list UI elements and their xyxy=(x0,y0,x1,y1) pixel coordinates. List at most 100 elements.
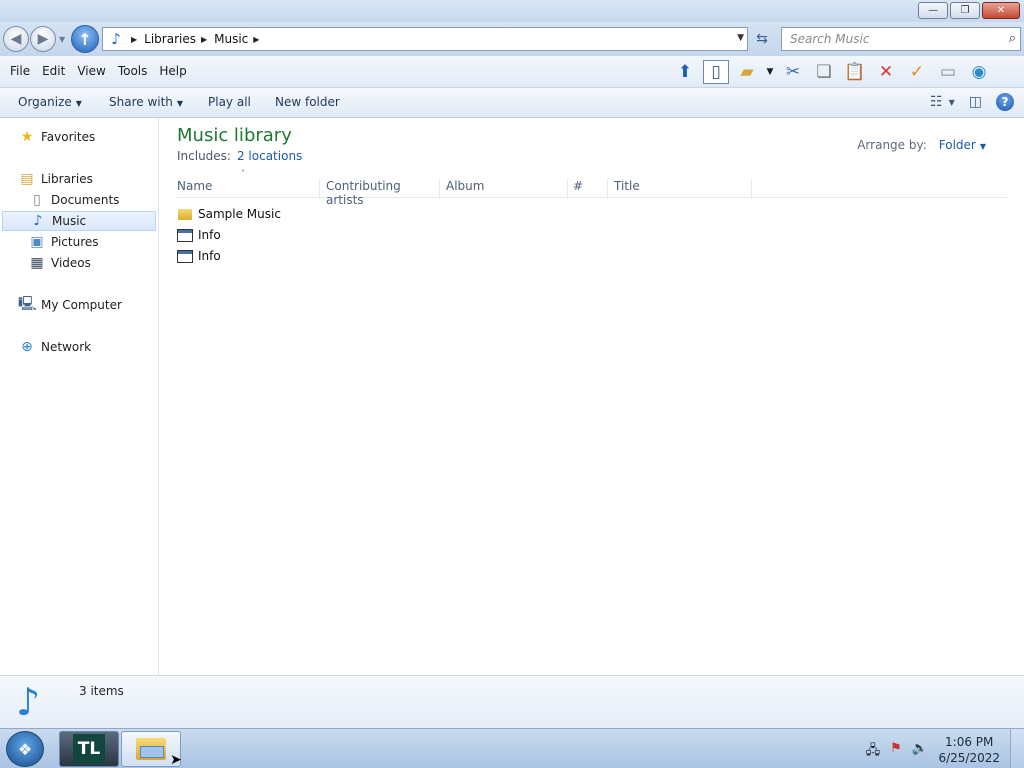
arrange-by: Arrange by: Folder ▼ xyxy=(857,138,986,152)
show-desktop-button[interactable] xyxy=(1010,729,1024,768)
breadcrumb-music[interactable]: Music xyxy=(214,32,248,46)
nav-favorites[interactable]: ★ Favorites xyxy=(18,127,96,147)
arrange-by-label: Arrange by: xyxy=(857,138,927,152)
chevron-down-icon[interactable]: ▼ xyxy=(949,98,955,107)
column-header-name[interactable]: Name xyxy=(177,179,320,199)
properties-icon[interactable]: ▭ xyxy=(935,60,961,84)
volume-icon[interactable]: 🔈 xyxy=(912,741,928,763)
organize-label: Organize xyxy=(18,95,72,109)
share-with-button[interactable]: Share with ▼ xyxy=(109,95,183,109)
back-button[interactable]: ◀ xyxy=(3,26,29,52)
chevron-right-icon[interactable]: ▶ xyxy=(131,35,137,44)
music-note-icon: ♪ xyxy=(111,30,121,48)
minimize-button[interactable]: — xyxy=(918,2,948,19)
nav-network[interactable]: ⊕ Network xyxy=(18,337,91,357)
network-tray-icon[interactable]: 🖧 xyxy=(866,741,881,763)
nav-libraries[interactable]: ▤ Libraries xyxy=(18,169,93,189)
clock-time: 1:06 PM xyxy=(945,735,994,749)
restore-button[interactable]: ❐ xyxy=(950,2,980,19)
nav-documents[interactable]: ▯ Documents xyxy=(28,190,119,210)
file-row[interactable]: Sample Music xyxy=(177,204,281,224)
refresh-icon: ⇆ xyxy=(756,31,768,47)
panes-icon[interactable]: ▯ xyxy=(703,60,729,84)
taskbar-tl-app[interactable]: TL xyxy=(59,731,119,767)
change-view-icon[interactable]: ☷ xyxy=(930,94,943,110)
recent-pages-dropdown[interactable]: ▼ xyxy=(59,35,65,44)
library-includes: Includes: 2 locations xyxy=(177,149,302,163)
file-list-pane: Music library Includes: 2 locations Arran… xyxy=(160,118,1024,675)
column-header-track-number[interactable]: # xyxy=(573,179,608,199)
refresh-button[interactable]: ⇆ xyxy=(750,27,774,51)
checkmark-icon[interactable]: ✓ xyxy=(904,60,930,84)
menu-help[interactable]: Help xyxy=(153,64,192,78)
chevron-right-icon[interactable]: ▶ xyxy=(253,35,259,44)
column-header-title[interactable]: Title xyxy=(614,179,752,199)
breadcrumb-libraries[interactable]: Libraries xyxy=(144,32,196,46)
menu-view[interactable]: View xyxy=(71,64,111,78)
sort-ascending-icon: ˄ xyxy=(241,169,245,178)
arrange-by-dropdown[interactable]: Folder xyxy=(939,138,976,152)
chevron-down-icon: ▼ xyxy=(75,99,82,108)
libraries-icon: ▤ xyxy=(20,171,34,187)
clock[interactable]: 1:06 PM 6/25/2022 xyxy=(938,734,1000,766)
nav-videos[interactable]: ▦ Videos xyxy=(28,253,91,273)
up-button[interactable]: ↑ xyxy=(71,25,99,53)
play-all-button[interactable]: Play all xyxy=(208,95,251,109)
nav-videos-label: Videos xyxy=(51,256,91,270)
delete-icon[interactable]: ✕ xyxy=(873,60,899,84)
nav-documents-label: Documents xyxy=(51,193,120,207)
file-row[interactable]: Info xyxy=(177,225,221,245)
document-icon: ▯ xyxy=(33,192,41,208)
file-name: Info xyxy=(198,228,221,242)
forward-button[interactable]: ▶ xyxy=(30,26,56,52)
select-folder-icon[interactable]: ▰ xyxy=(734,60,760,84)
nav-music-label: Music xyxy=(52,214,87,228)
search-box[interactable]: ⌕ xyxy=(781,27,1021,51)
nav-my-computer[interactable]: 🖳 My Computer xyxy=(18,295,122,315)
nav-libraries-label: Libraries xyxy=(41,172,93,186)
globe-icon[interactable]: ◉ xyxy=(966,60,992,84)
file-row[interactable]: Info xyxy=(177,246,221,266)
system-tray: 🖧 ⚑ 🔈 xyxy=(866,741,928,763)
close-button[interactable]: ✕ xyxy=(982,2,1020,19)
explorer-folder-icon xyxy=(136,738,166,760)
nav-pictures[interactable]: ▣ Pictures xyxy=(28,232,99,252)
preview-pane-icon[interactable]: ◫ xyxy=(969,94,982,110)
help-icon[interactable]: ? xyxy=(996,93,1014,111)
new-folder-button[interactable]: New folder xyxy=(275,95,340,109)
menu-file[interactable]: File xyxy=(4,64,36,78)
nav-music[interactable]: ♪ Music xyxy=(2,211,156,231)
up-arrow-icon: ↑ xyxy=(78,29,92,49)
music-note-icon: ♪ xyxy=(33,213,43,229)
search-icon[interactable]: ⌕ xyxy=(1009,31,1016,46)
copy-icon[interactable]: ❏ xyxy=(811,60,837,84)
forward-arrow-icon: ▶ xyxy=(37,31,49,47)
file-name: Sample Music xyxy=(198,207,281,221)
taskbar: ❖ TL 🖧 ⚑ 🔈 1:06 PM 6/25/2022 xyxy=(0,728,1024,768)
column-header-album[interactable]: Album xyxy=(446,179,568,199)
menu-tools[interactable]: Tools xyxy=(112,64,154,78)
address-row: ◀ ▶ ▼ ↑ ♪ ▶ Libraries ▶ Music ▶ ▼ ⇆ ⌕ xyxy=(0,22,1024,56)
organize-button[interactable]: Organize ▼ xyxy=(18,95,82,109)
details-pane: ♪ 3 items xyxy=(0,675,1024,728)
search-input[interactable] xyxy=(782,28,992,50)
includes-label: Includes: xyxy=(177,149,231,163)
chevron-down-icon[interactable]: ▼ xyxy=(980,142,986,151)
file-name: Info xyxy=(198,249,221,263)
menu-edit[interactable]: Edit xyxy=(36,64,71,78)
library-title: Music library xyxy=(177,125,292,146)
locations-link[interactable]: 2 locations xyxy=(237,149,302,163)
address-bar[interactable]: ♪ ▶ Libraries ▶ Music ▶ ▼ xyxy=(102,27,748,51)
cut-icon[interactable]: ✂ xyxy=(780,60,806,84)
paste-icon[interactable]: 📋 xyxy=(842,60,868,84)
up-circle-icon[interactable]: ⬆ xyxy=(672,60,698,84)
start-button[interactable]: ❖ xyxy=(6,731,44,767)
column-header-contributing-artists[interactable]: Contributing artists xyxy=(326,179,440,207)
nav-my-computer-label: My Computer xyxy=(41,298,122,312)
dropdown-icon[interactable]: ▼ xyxy=(765,60,775,84)
nav-pictures-label: Pictures xyxy=(51,235,99,249)
action-center-flag-icon[interactable]: ⚑ xyxy=(890,741,902,763)
address-dropdown-icon[interactable]: ▼ xyxy=(737,33,744,43)
chevron-right-icon[interactable]: ▶ xyxy=(201,35,207,44)
window-controls: — ❐ ✕ xyxy=(918,2,1020,19)
